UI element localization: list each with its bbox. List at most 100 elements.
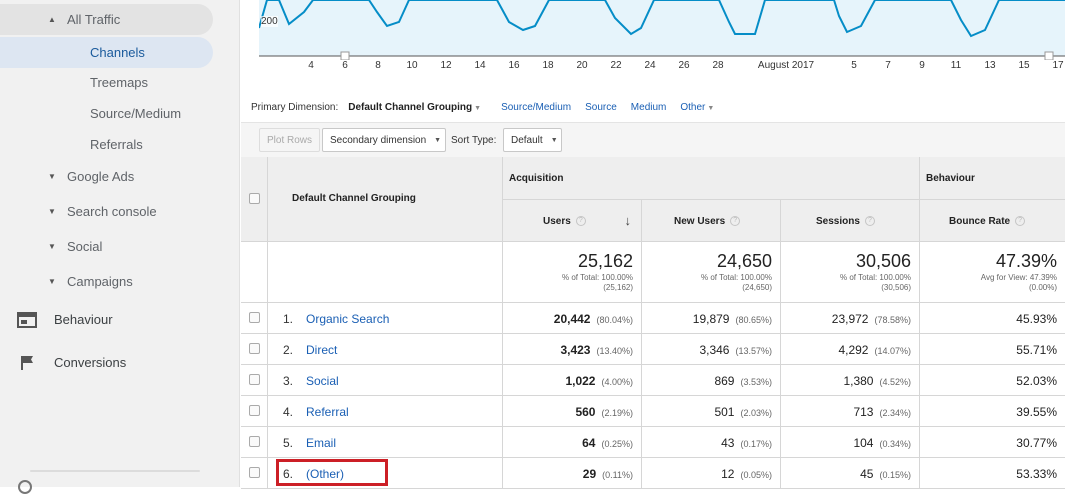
sessions-pct: (0.34%) <box>879 439 911 449</box>
new-users-value: 43 <box>721 436 735 450</box>
search-icon[interactable] <box>18 480 32 494</box>
dimension-link-other-text: Other <box>680 102 706 113</box>
x-axis-tick-label: 12 <box>440 60 452 71</box>
x-axis-tick-label: August 2017 <box>757 60 815 71</box>
channel-link[interactable]: Email <box>306 436 336 450</box>
sessions-pct: (0.15%) <box>879 470 911 480</box>
dimension-link-medium[interactable]: Medium <box>631 102 667 113</box>
total-sessions-subtext: % of Total: 100.00% (30,506) <box>840 273 911 293</box>
nav-conversions[interactable]: Conversions <box>0 347 126 378</box>
help-icon[interactable]: ? <box>730 216 741 227</box>
nav-group-label: Search console <box>67 204 157 219</box>
nav-all-traffic[interactable]: ▲ All Traffic <box>0 4 213 35</box>
other-row-highlight-box <box>276 459 388 486</box>
column-header-sessions[interactable]: Sessions? <box>781 200 920 242</box>
traffic-line-chart: 200 4 6 8 10 12 14 16 18 20 22 24 26 28 August 2017 5 7… <box>259 0 1065 76</box>
row-number: 1. <box>283 312 294 326</box>
help-icon[interactable]: ? <box>864 216 875 227</box>
row-sessions-cell: 23,972 (78.58%) <box>781 303 920 334</box>
dimension-link-source[interactable]: Source <box>585 102 617 113</box>
dimension-link-other[interactable]: Other ▼ <box>680 102 714 113</box>
nav-item-source-medium[interactable]: Source/Medium <box>0 98 181 129</box>
new-users-header-label: New Users <box>674 216 726 227</box>
sessions-pct: (2.34%) <box>879 408 911 418</box>
x-axis-tick-label: 20 <box>576 60 588 71</box>
column-header-users[interactable]: Users? ↓ <box>503 200 642 242</box>
nav-item-channels[interactable]: Channels <box>0 37 213 68</box>
nav-group-google-ads[interactable]: ▼ Google Ads <box>0 161 134 192</box>
channel-link[interactable]: Social <box>306 374 339 388</box>
nav-group-search-console[interactable]: ▼ Search console <box>0 196 157 227</box>
range-handle-left[interactable] <box>340 51 350 60</box>
chevron-down-icon: ▼ <box>550 136 558 144</box>
row-checkbox[interactable] <box>249 405 260 416</box>
row-checkbox[interactable] <box>249 343 260 354</box>
row-users-cell: 560 (2.19%) <box>503 396 642 427</box>
row-checkbox[interactable] <box>249 467 260 478</box>
users-value: 3,423 <box>560 343 591 357</box>
total-users-subtext: % of Total: 100.00% (25,162) <box>562 273 633 293</box>
plot-rows-button[interactable]: Plot Rows <box>259 128 321 152</box>
row-checkbox[interactable] <box>249 436 260 447</box>
nav-group-campaigns[interactable]: ▼ Campaigns <box>0 266 133 297</box>
users-pct: (13.40%) <box>596 346 633 356</box>
row-checkbox[interactable] <box>249 312 260 323</box>
row-number: 5. <box>283 436 294 450</box>
bounce-rate-value: 30.77% <box>1016 436 1057 450</box>
column-header-new-users[interactable]: New Users? <box>642 200 781 242</box>
secondary-dimension-label: Secondary dimension <box>330 134 427 146</box>
help-icon[interactable]: ? <box>1015 216 1026 227</box>
channel-link[interactable]: Organic Search <box>306 312 389 326</box>
select-all-checkbox[interactable] <box>249 193 260 204</box>
row-checkbox-cell <box>241 303 268 334</box>
x-axis-tick-label: 26 <box>678 60 690 71</box>
dimension-link-source-medium[interactable]: Source/Medium <box>501 102 571 113</box>
header-dimension-cell[interactable]: Default Channel Grouping <box>268 157 503 242</box>
row-users-cell: 64 (0.25%) <box>503 427 642 458</box>
nav-item-treemaps[interactable]: Treemaps <box>0 67 148 98</box>
channel-link[interactable]: Referral <box>306 405 349 419</box>
row-new-users-cell: 19,879 (80.65%) <box>642 303 781 334</box>
nav-group-social[interactable]: ▼ Social <box>0 231 102 262</box>
row-bounce-rate-cell: 45.93% <box>920 303 1065 334</box>
help-icon[interactable]: ? <box>575 216 586 227</box>
sessions-pct: (14.07%) <box>874 346 911 356</box>
users-pct: (2.19%) <box>601 408 633 418</box>
sessions-pct: (4.52%) <box>879 377 911 387</box>
primary-dimension-selected[interactable]: Default Channel Grouping ▼ <box>348 102 481 113</box>
row-bounce-rate-cell: 30.77% <box>920 427 1065 458</box>
nav-item-label: Treemaps <box>90 75 149 90</box>
users-pct: (80.04%) <box>596 315 633 325</box>
new-users-pct: (0.05%) <box>740 470 772 480</box>
total-users-value: 25,162 <box>577 251 633 271</box>
row-bounce-rate-cell: 55.71% <box>920 334 1065 365</box>
sort-type-dropdown[interactable]: Default ▼ <box>503 128 562 152</box>
nav-item-referrals[interactable]: Referrals <box>0 129 143 160</box>
sort-type-value: Default <box>511 134 543 146</box>
users-pct: (0.11%) <box>602 470 633 480</box>
x-axis-tick-label: 5 <box>851 60 857 71</box>
range-handle-right[interactable] <box>1044 51 1054 60</box>
chevron-down-icon: ▼ <box>434 136 442 144</box>
behaviour-icon <box>16 311 38 328</box>
secondary-dimension-dropdown[interactable]: Secondary dimension ▼ <box>322 128 446 152</box>
bounce-rate-value: 55.71% <box>1016 343 1057 357</box>
header-group-behaviour: Behaviour <box>920 157 1065 200</box>
x-axis-tick-label: 10 <box>406 60 418 71</box>
sort-type-label: Sort Type: <box>451 135 497 146</box>
row-checkbox[interactable] <box>249 374 260 385</box>
sessions-value: 104 <box>853 436 874 450</box>
header-group-acquisition: Acquisition <box>503 157 920 200</box>
channel-link[interactable]: Direct <box>306 343 337 357</box>
total-subtext-line2: (25,162) <box>603 283 633 292</box>
sessions-value: 23,972 <box>831 312 869 326</box>
column-header-bounce-rate[interactable]: Bounce Rate? <box>920 200 1065 242</box>
row-sessions-cell: 1,380 (4.52%) <box>781 365 920 396</box>
new-users-value: 3,346 <box>699 343 730 357</box>
bounce-rate-value: 45.93% <box>1016 312 1057 326</box>
row-dimension-cell: 5. Email <box>268 427 503 458</box>
users-value: 560 <box>575 405 596 419</box>
bounce-rate-header-label: Bounce Rate <box>949 216 1011 227</box>
nav-behaviour[interactable]: Behaviour <box>0 304 113 335</box>
row-new-users-cell: 43 (0.17%) <box>642 427 781 458</box>
